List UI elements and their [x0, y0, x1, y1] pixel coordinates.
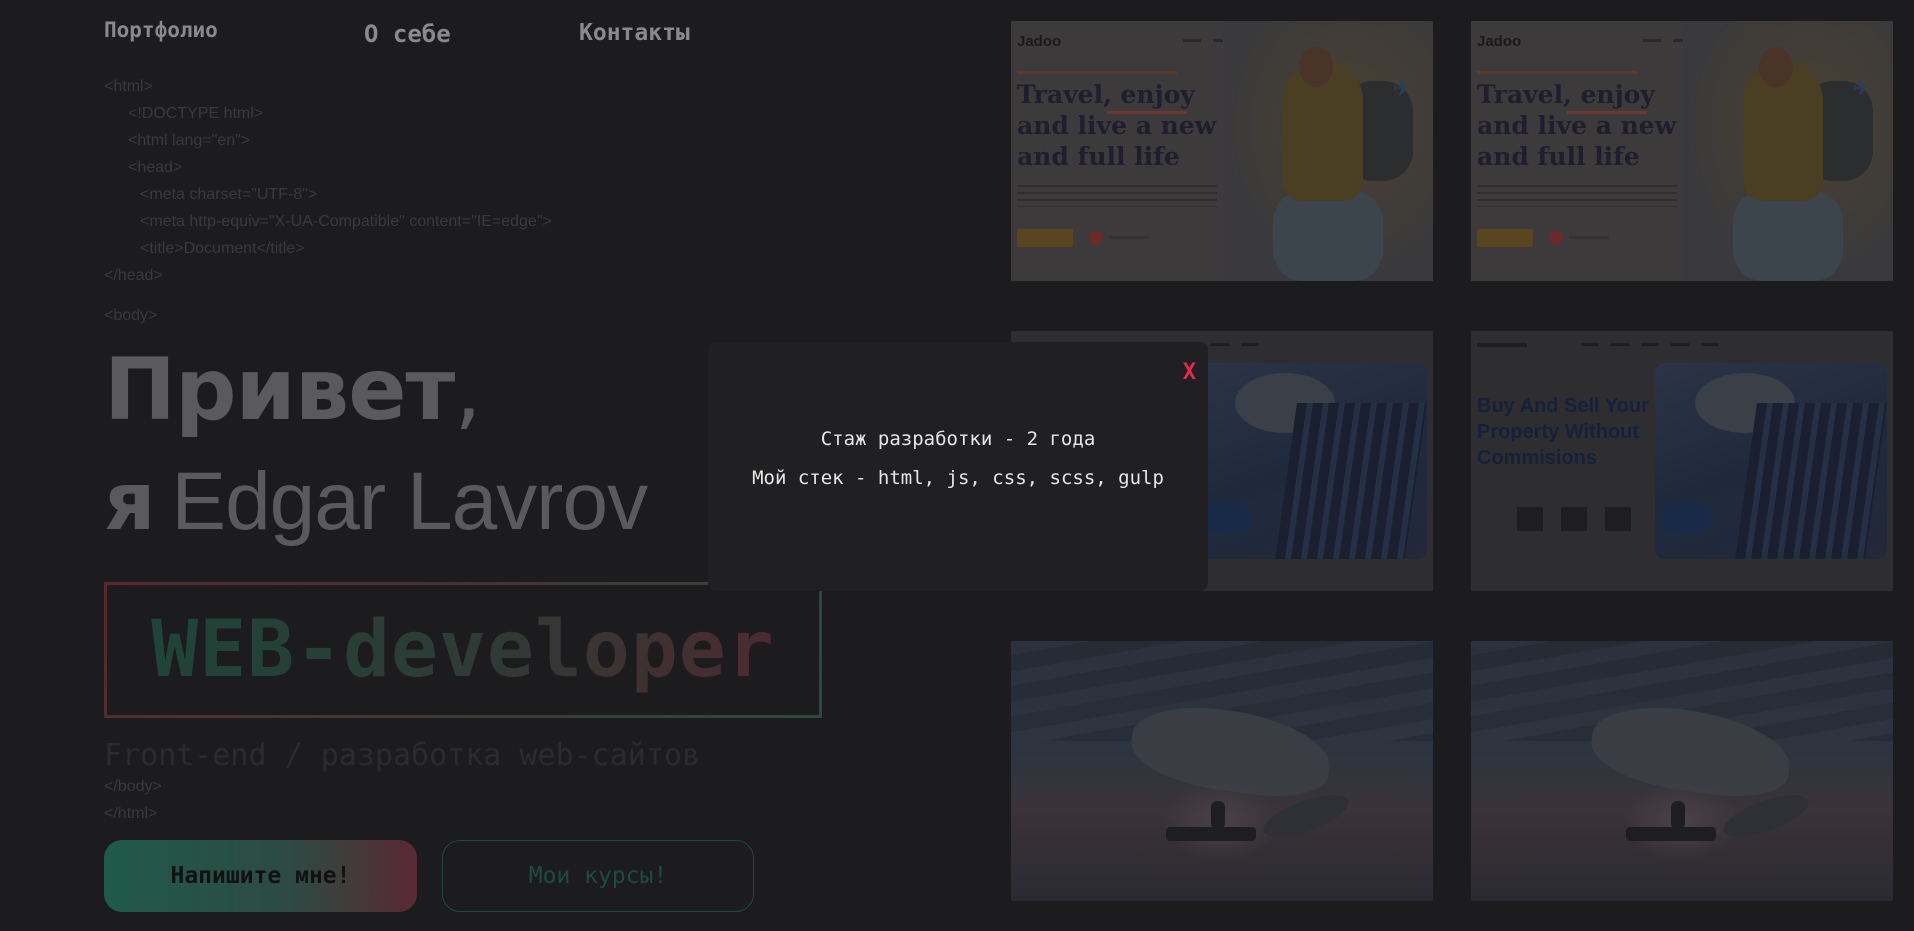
role-title: WEB-developer: [151, 605, 775, 695]
code-line: <body>: [104, 307, 158, 324]
about-modal: X Стаж разработки - 2 года Мой стек - ht…: [708, 342, 1208, 591]
thumb-headline: Travel, enjoy and live a new and full li…: [1477, 80, 1677, 171]
play-icon: [1549, 231, 1563, 245]
nav-portfolio[interactable]: Портфолио: [104, 18, 218, 42]
write-me-button[interactable]: Напишите мне!: [104, 840, 417, 912]
traveler-image: ✈: [1223, 21, 1433, 281]
portfolio-thumb-whale[interactable]: [1471, 641, 1893, 901]
thumb-cta: [1477, 229, 1533, 247]
thumb-headline: Travel, enjoy and live a new and full li…: [1017, 80, 1217, 171]
code-line: <html lang="en">: [128, 132, 251, 149]
play-icon: [1089, 231, 1103, 245]
greeting-comma: ,: [454, 340, 481, 440]
code-line: </html>: [104, 805, 158, 822]
thumb-button: [1201, 503, 1251, 533]
close-icon[interactable]: X: [1183, 360, 1196, 385]
modal-stack: Мой стек - html, js, css, scss, gulp: [752, 467, 1164, 489]
hero-name: Edgar Lavrov: [171, 456, 648, 547]
portfolio-thumb-whale[interactable]: [1011, 641, 1433, 901]
hero-subtitle: Front-end / разработка web-сайтов: [104, 738, 701, 773]
traveler-image: ✈: [1683, 21, 1893, 281]
thumb-logo: Jadoo: [1477, 33, 1522, 50]
code-line: <meta http-equiv="X-UA-Compatible" conte…: [140, 213, 552, 230]
thumb-nav: [1581, 343, 1731, 346]
nav-about[interactable]: О себе: [364, 20, 451, 48]
code-line: <html>: [104, 78, 153, 95]
code-line: <meta charset="UTF-8">: [140, 186, 318, 203]
code-line: <!DOCTYPE html>: [128, 105, 264, 122]
plane-icon: ✈: [1852, 77, 1871, 102]
portfolio-thumb-house[interactable]: Buy And Sell Your Property Without Commi…: [1471, 331, 1893, 591]
code-line: </body>: [104, 778, 162, 795]
thumb-logo: Jadoo: [1017, 33, 1062, 50]
nav-contacts[interactable]: Контакты: [579, 20, 690, 46]
thumb-button: [1661, 503, 1711, 533]
modal-experience: Стаж разработки - 2 года: [820, 428, 1096, 450]
portfolio-thumb-jadoo[interactable]: Jadoo ✈ Travel, enjoy and live a new and…: [1011, 21, 1433, 281]
plane-icon: ✈: [1392, 77, 1411, 102]
hero-name-line: я Edgar Lavrov: [104, 455, 648, 549]
code-line: <head>: [128, 159, 183, 176]
thumb-headline: Buy And Sell Your Property Without Commi…: [1477, 395, 1649, 469]
greeting-word: Привет: [104, 340, 455, 440]
role-box: WEB-developer: [104, 582, 822, 718]
my-courses-button[interactable]: Мои курсы!: [442, 840, 754, 912]
page-overlay: Портфолио О себе Контакты <html> <!DOCTY…: [0, 0, 1914, 931]
code-line: </head>: [104, 267, 163, 284]
hero-greeting: Привет,: [104, 340, 482, 440]
code-line: <title>Document</title>: [140, 240, 305, 257]
portfolio-thumb-jadoo[interactable]: Jadoo ✈ Travel, enjoy and live a new and…: [1471, 21, 1893, 281]
hero-ya: я: [104, 455, 156, 548]
thumb-cta: [1017, 229, 1073, 247]
